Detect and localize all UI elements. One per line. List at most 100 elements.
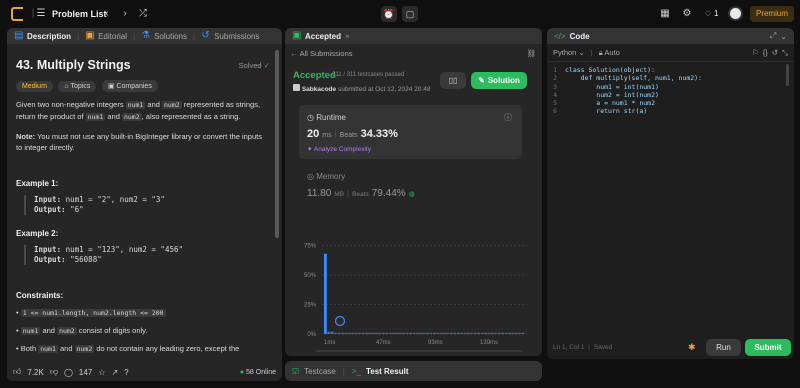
chart-bar[interactable] <box>497 332 501 334</box>
chart-bar[interactable] <box>371 332 375 334</box>
tab-accepted[interactable]: Accepted <box>305 32 341 41</box>
gear-icon[interactable]: ⚙ <box>680 7 694 21</box>
code-editor[interactable]: 1 class Solution(object): 2 def multiply(s… <box>547 66 794 116</box>
chart-bar[interactable] <box>375 332 378 334</box>
difficulty-tag[interactable]: Medium <box>16 81 53 92</box>
chart-bar[interactable] <box>395 332 399 334</box>
thumbs-down-icon[interactable]: 👎︎ <box>50 367 58 377</box>
premium-button[interactable]: Premium <box>750 6 794 22</box>
chart-bar[interactable] <box>361 332 365 334</box>
chart-bar[interactable] <box>324 253 327 334</box>
autosave-toggle[interactable]: 🔒︎ Auto <box>599 48 620 58</box>
chart-bar[interactable] <box>327 331 331 334</box>
chart-bar[interactable] <box>521 332 525 334</box>
chart-bar[interactable] <box>351 332 355 334</box>
user-position-marker[interactable] <box>334 315 346 327</box>
chart-bar[interactable] <box>433 332 436 334</box>
chart-bar[interactable] <box>334 332 338 334</box>
tab-editorial[interactable]: Editorial <box>98 32 127 41</box>
submit-button[interactable]: Submit <box>745 339 791 356</box>
info-icon[interactable]: ⓘ <box>504 112 512 123</box>
chart-bar[interactable] <box>419 332 423 334</box>
solution-button[interactable]: ✎ Solution <box>471 72 527 89</box>
chart-bar[interactable] <box>337 332 341 334</box>
chart-bar[interactable] <box>511 332 515 334</box>
share-icon[interactable]: ↗ <box>111 368 118 377</box>
companies-tag[interactable]: ▣ Companies <box>101 80 158 92</box>
chart-bar[interactable] <box>341 332 344 334</box>
chart-bar[interactable] <box>484 332 487 334</box>
list-icon[interactable]: ☰ <box>34 7 48 21</box>
fullscreen-icon[interactable]: ⤢ <box>770 31 776 41</box>
chart-bar[interactable] <box>398 332 402 334</box>
chart-bar[interactable] <box>467 332 470 334</box>
help-icon[interactable]: ? <box>124 368 128 377</box>
debug-icon[interactable]: ✱ <box>688 342 696 353</box>
collapse-icon[interactable]: ⌄ <box>780 32 787 41</box>
tab-test-result[interactable]: Test Result <box>366 367 409 376</box>
chart-bar[interactable] <box>456 332 460 334</box>
chart-bar[interactable] <box>518 332 521 334</box>
chart-bar[interactable] <box>487 332 491 334</box>
tab-testcase[interactable]: Testcase <box>304 367 336 376</box>
all-submissions-link[interactable]: All Submissions <box>300 49 353 58</box>
language-select[interactable]: Python ⌄ <box>553 48 585 57</box>
chart-bar[interactable] <box>514 332 518 334</box>
chart-bar[interactable] <box>501 332 504 334</box>
chart-bar[interactable] <box>402 332 406 334</box>
chart-bar[interactable] <box>388 332 392 334</box>
chart-bar[interactable] <box>392 332 395 334</box>
chart-bar[interactable] <box>415 332 419 334</box>
chart-bar[interactable] <box>450 332 453 334</box>
chart-bar[interactable] <box>422 332 426 334</box>
chart-bar[interactable] <box>381 332 385 334</box>
run-button[interactable]: Run <box>706 339 741 356</box>
reset-icon[interactable]: ↺ <box>772 48 778 57</box>
chart-bar[interactable] <box>473 332 477 334</box>
chevron-left-icon[interactable]: ‹ <box>100 7 114 21</box>
chart-bar[interactable] <box>443 332 447 334</box>
chart-bar[interactable] <box>436 332 440 334</box>
username[interactable]: Sabkacode <box>302 86 336 93</box>
shuffle-icon[interactable]: ⤮ <box>136 7 150 21</box>
analyze-complexity-link[interactable]: ✦ Analyze Complexity <box>307 145 371 153</box>
topics-tag[interactable]: ⌂ Topics <box>58 81 97 92</box>
editorial-book-button[interactable]: ▯▯ <box>440 72 466 89</box>
memory-section[interactable]: ◎ Memory 11.80 MB | Beats 79.44% ◍ <box>299 168 522 208</box>
timer-button[interactable]: ⏰ <box>381 6 397 22</box>
code-line[interactable]: 5 a = num1 * num2 <box>547 99 794 107</box>
chart-bar[interactable] <box>446 332 450 334</box>
chart-bar[interactable] <box>460 332 464 334</box>
code-line[interactable]: 3 num1 = int(num1) <box>547 83 794 91</box>
code-line[interactable]: 2 def multiply(self, num1, num2): <box>547 74 794 82</box>
leetcode-logo[interactable] <box>11 7 23 21</box>
code-line[interactable]: 6 return str(a) <box>547 107 794 115</box>
chart-bar[interactable] <box>429 332 433 334</box>
chart-bar[interactable] <box>480 332 484 334</box>
chart-bar[interactable] <box>507 332 511 334</box>
layout-icon[interactable]: ▦ <box>658 7 672 21</box>
code-line[interactable]: 4 num2 = int(num2) <box>547 91 794 99</box>
chart-bar[interactable] <box>347 332 351 334</box>
chart-bar[interactable] <box>463 332 467 334</box>
link-icon[interactable]: ⛓ <box>526 49 536 58</box>
chart-bar[interactable] <box>453 332 457 334</box>
tab-submissions[interactable]: Submissions <box>214 32 259 41</box>
chart-bar[interactable] <box>409 332 412 334</box>
chart-bar[interactable] <box>490 332 494 334</box>
user-avatar[interactable] <box>293 84 300 91</box>
chart-bar[interactable] <box>368 332 372 334</box>
range-slider[interactable] <box>315 350 523 352</box>
braces-icon[interactable]: {} <box>763 48 768 57</box>
chart-bar[interactable] <box>344 332 348 334</box>
chart-bar[interactable] <box>412 332 416 334</box>
expand-icon[interactable]: ⤡ <box>782 48 788 58</box>
left-scrollbar[interactable] <box>275 50 279 238</box>
editor-scrollbar[interactable] <box>786 64 789 86</box>
close-icon[interactable]: × <box>345 32 350 41</box>
avatar[interactable] <box>728 6 743 21</box>
chart-bar[interactable] <box>477 332 481 334</box>
chart-bar[interactable] <box>470 332 474 334</box>
runtime-distribution-chart[interactable]: 75%50%25%0%1ms47ms93ms139ms1ms47ms93ms13… <box>295 216 535 352</box>
chart-bar[interactable] <box>385 332 389 334</box>
